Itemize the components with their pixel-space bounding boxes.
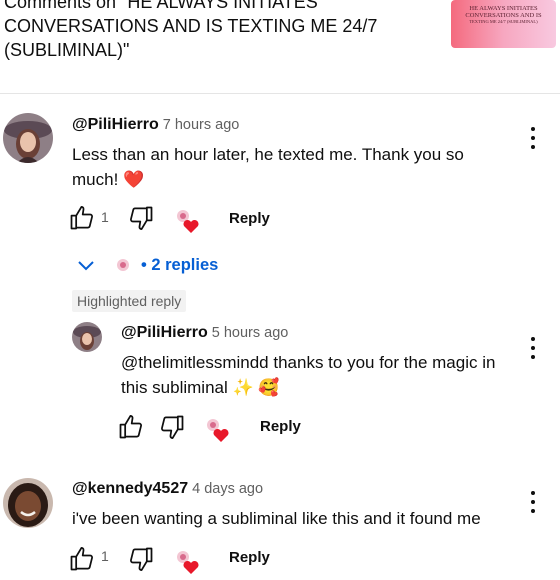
comment-text-line: Less than an hour later, he texted me. T… xyxy=(72,145,464,164)
dislike-button[interactable] xyxy=(158,413,186,446)
reply-button[interactable]: Reply xyxy=(229,210,270,227)
like-button[interactable] xyxy=(68,545,96,578)
thumbs-down-icon xyxy=(130,206,153,230)
reply-button[interactable]: Reply xyxy=(229,549,270,566)
thumbs-down-icon xyxy=(130,547,153,571)
creator-heart-icon xyxy=(205,417,231,448)
like-count: 1 xyxy=(101,548,109,564)
more-actions-icon[interactable] xyxy=(530,337,536,359)
highlighted-reply-badge: Highlighted reply xyxy=(72,290,187,312)
comment-text: i've been wanting a subliminal like this… xyxy=(72,506,532,531)
view-replies-link[interactable]: • 2 replies xyxy=(141,256,218,275)
reply-text: @thelimitlessmindd thanks to you for the… xyxy=(121,350,521,400)
comments-header: Comments on "HE ALWAYS INITIATES CONVERS… xyxy=(4,0,424,62)
reply-button[interactable]: Reply xyxy=(260,418,301,435)
comment-text: Less than an hour later, he texted me. T… xyxy=(72,142,512,192)
thumbs-up-icon xyxy=(70,547,93,571)
comment-author[interactable]: @PiliHierro 7 hours ago xyxy=(72,116,239,134)
like-button[interactable] xyxy=(117,413,145,446)
like-count: 1 xyxy=(101,209,109,225)
replies-count[interactable]: 2 replies xyxy=(151,256,218,274)
more-actions-icon[interactable] xyxy=(530,127,536,149)
thumbnail-line-3: TEXTING ME 24/7 (SUBLIMINAL) xyxy=(469,19,538,24)
creator-heart-icon xyxy=(175,208,201,239)
reply-time[interactable]: 5 hours ago xyxy=(212,325,289,341)
avatar[interactable] xyxy=(3,113,53,163)
header-line-1: Comments on "HE ALWAYS INITIATES xyxy=(4,0,318,12)
comment-text-line: i've been wanting a subliminal like this… xyxy=(72,509,481,528)
reply-text-line: this subliminal ✨ 🥰 xyxy=(121,378,280,397)
avatar[interactable] xyxy=(72,322,102,352)
chevron-down-icon[interactable] xyxy=(76,255,96,280)
video-thumbnail[interactable]: HE ALWAYS INITIATES CONVERSATIONS AND IS… xyxy=(451,0,556,48)
creator-avatar-small xyxy=(115,257,131,278)
creator-heart-icon xyxy=(175,549,201,580)
header-divider xyxy=(0,93,560,94)
author-handle[interactable]: @PiliHierro xyxy=(121,324,208,341)
thumbs-down-icon xyxy=(161,415,184,439)
header-line-3: (SUBLIMINAL)" xyxy=(4,40,130,60)
author-handle[interactable]: @kennedy4527 xyxy=(72,480,188,497)
comment-author[interactable]: @kennedy4527 4 days ago xyxy=(72,480,263,498)
header-line-2: CONVERSATIONS AND IS TEXTING ME 24/7 xyxy=(4,16,378,36)
comment-time[interactable]: 4 days ago xyxy=(192,481,263,497)
thumbs-up-icon xyxy=(119,415,142,439)
like-button[interactable] xyxy=(68,204,96,237)
dislike-button[interactable] xyxy=(127,204,155,237)
reply-author[interactable]: @PiliHierro 5 hours ago xyxy=(121,324,288,342)
comment-time[interactable]: 7 hours ago xyxy=(163,117,240,133)
avatar[interactable] xyxy=(3,478,53,528)
thumbs-up-icon xyxy=(70,206,93,230)
reply-text-line: @thelimitlessmindd thanks to you for the… xyxy=(121,353,496,372)
more-actions-icon[interactable] xyxy=(530,491,536,513)
dislike-button[interactable] xyxy=(127,545,155,578)
author-handle[interactable]: @PiliHierro xyxy=(72,116,159,133)
comment-text-line: much! ❤️ xyxy=(72,170,145,189)
